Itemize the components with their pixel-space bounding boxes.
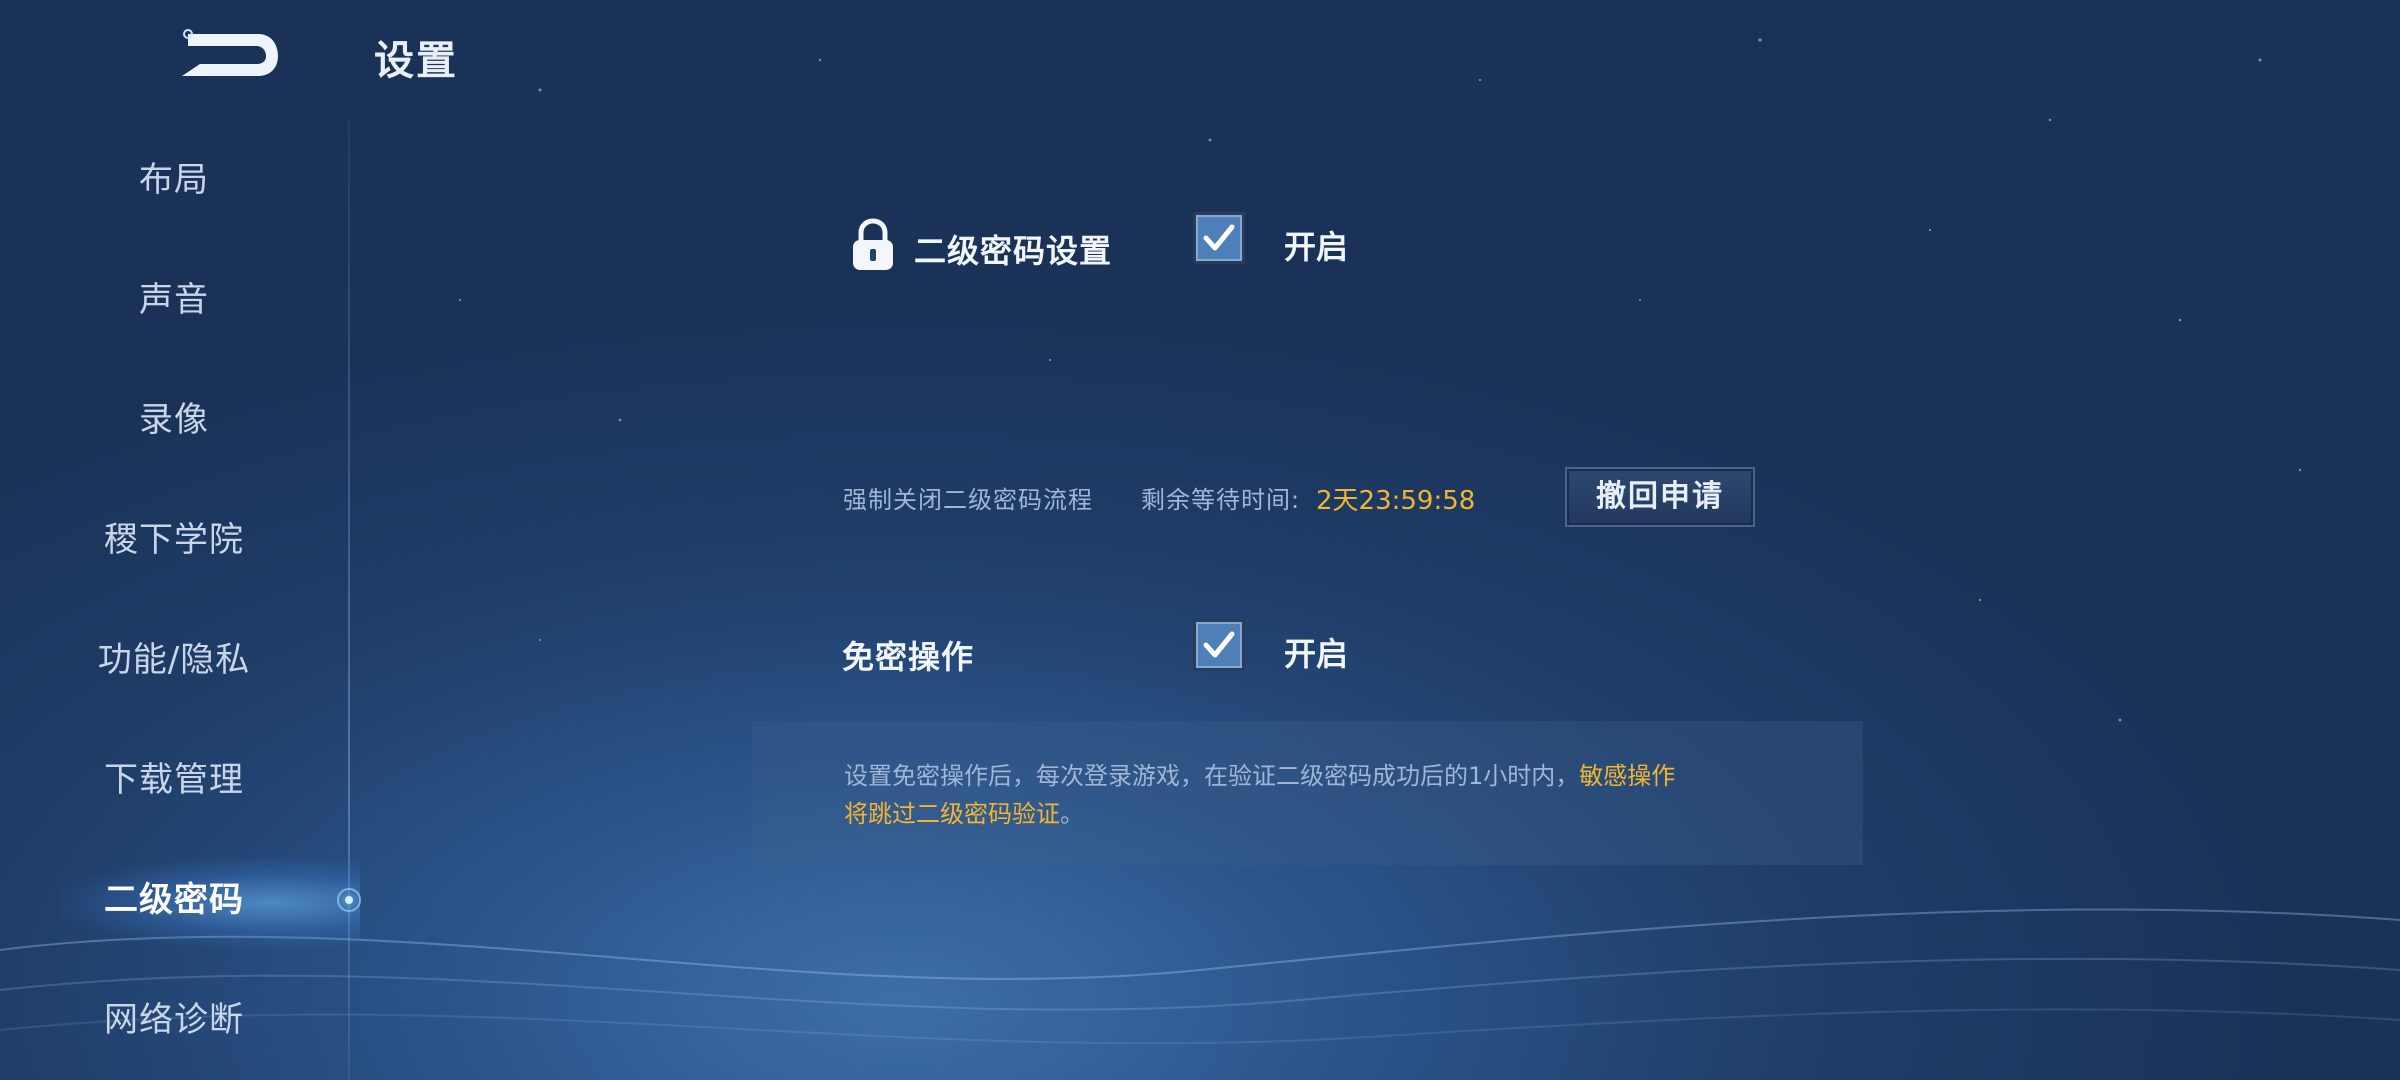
wait-time-value: 2天23:59:58 [1316,486,1476,516]
checkmark-icon [1203,631,1235,658]
info-text-end: 。 [1060,800,1084,828]
page-title: 设置 [374,38,458,84]
sidebar-item-features-privacy[interactable]: 功能/隐私 [0,625,348,695]
second-password-checkbox[interactable] [1193,212,1245,264]
sidebar-item-layout[interactable]: 布局 [0,145,348,215]
password-free-checkbox[interactable] [1193,619,1245,671]
back-button[interactable] [178,26,282,84]
sidebar-item-replay[interactable]: 录像 [0,385,348,455]
second-password-toggle-label: 开启 [1284,228,1349,266]
password-free-label: 免密操作 [842,638,975,676]
password-free-toggle-label: 开启 [1284,635,1349,673]
info-text-highlight-1: 敏感操作 [1579,762,1676,790]
sidebar-divider [348,120,350,1080]
starfield-background [458,38,2302,722]
sidebar-item-academy[interactable]: 稷下学院 [0,505,348,575]
sidebar-item-network-diagnosis[interactable]: 网络诊断 [0,985,348,1055]
wait-time-label: 剩余等待时间: [1141,486,1301,514]
second-password-label: 二级密码设置 [914,232,1113,270]
sidebar-item-second-password[interactable]: 二级密码 [0,865,348,935]
info-text-plain: 设置免密操作后，每次登录游戏，在验证二级密码成功后的1小时内， [844,762,1580,790]
back-arrow-icon [182,29,278,76]
withdraw-request-button[interactable]: 撤回申请 [1565,467,1755,527]
lock-icon [853,218,893,270]
force-close-text: 强制关闭二级密码流程 [843,486,1093,514]
info-text-highlight-2: 将跳过二级密码验证 [844,800,1060,828]
sidebar-item-download-management[interactable]: 下载管理 [0,745,348,815]
checkmark-icon [1203,224,1235,251]
info-text: 设置免密操作后，每次登录游戏，在验证二级密码成功后的1小时内，敏感操作将跳过二级… [844,757,1784,833]
info-box: 设置免密操作后，每次登录游戏，在验证二级密码成功后的1小时内，敏感操作将跳过二级… [752,721,1863,865]
sidebar-item-sound[interactable]: 声音 [0,265,348,335]
